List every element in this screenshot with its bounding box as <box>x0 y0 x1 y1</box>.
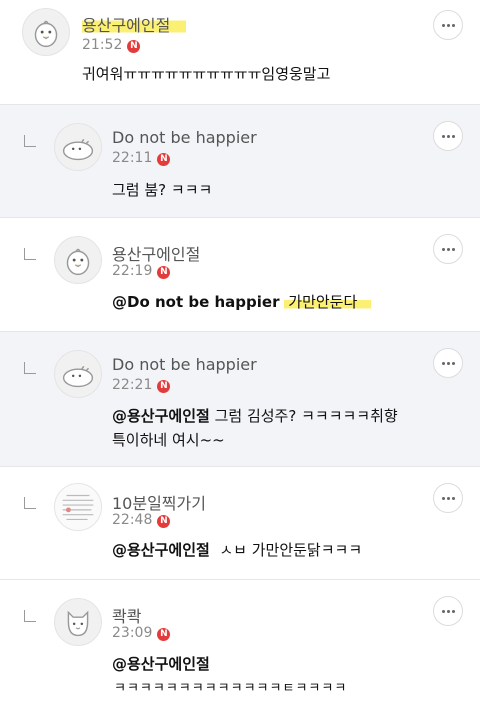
comment-time: 22:11 N <box>112 150 171 166</box>
comment-author[interactable]: 용산구에인절 <box>112 241 200 265</box>
avatar-creature-icon[interactable] <box>54 350 102 398</box>
mention-link[interactable]: @용산구에인절 <box>112 655 210 673</box>
comment-text: @용산구에인절 그럼 김성주? ㅋㅋㅋㅋㅋ취향 <box>112 404 398 429</box>
more-options-button[interactable] <box>433 483 463 513</box>
avatar-chick-icon[interactable] <box>22 8 70 56</box>
comment-time: 22:48 N <box>112 512 171 528</box>
comment-author[interactable]: 10분일찍가기 <box>112 490 206 514</box>
comment-text: @용산구에인절 ㅅㅂ 가만안둔닭ㅋㅋㅋ <box>112 538 362 563</box>
comment-time-text: 21:52 <box>82 37 123 53</box>
avatar-cat-icon[interactable] <box>54 598 102 646</box>
avatar-chick-icon[interactable] <box>54 236 102 284</box>
avatar-creature-icon[interactable] <box>54 123 102 171</box>
new-badge-icon: N <box>157 515 171 528</box>
comment-author[interactable]: Do not be happier <box>112 128 257 147</box>
reply-item: 콱콱 23:09 N @용산구에인절 ㅋㅋㅋㅋㅋㅋㅋㅋㅋㅋㅋㅋㅋㅌㅋㅋㅋㅋ <box>0 580 480 714</box>
comment-text-content: 그럼 김성주? ㅋㅋㅋㅋㅋ취향 <box>214 407 398 425</box>
comment-time: 21:52 N <box>82 37 141 53</box>
comment-time: 22:19 N <box>112 263 171 279</box>
mention-link[interactable]: @Do not be happier <box>112 293 279 311</box>
new-badge-icon: N <box>157 266 171 279</box>
comment-text: 그럼 붐? ㅋㅋㅋ <box>112 181 213 199</box>
comment-time-text: 22:11 <box>112 150 153 166</box>
more-options-button[interactable] <box>433 596 463 626</box>
reply-item: Do not be happier 22:21 N @용산구에인절 그럼 김성주?… <box>0 332 480 467</box>
comment-time: 22:21 N <box>112 377 171 393</box>
comment-author[interactable]: Do not be happier <box>112 355 257 374</box>
mention-link[interactable]: @용산구에인절 <box>112 407 210 425</box>
comment-list: 용산구에인절 21:52 N 귀여워ㅠㅠㅠㅠㅠㅠㅠㅠㅠㅠ임영웅말고 Do not … <box>0 0 480 714</box>
comment-text: 귀여워ㅠㅠㅠㅠㅠㅠㅠㅠㅠㅠ임영웅말고 <box>82 65 331 83</box>
new-badge-icon: N <box>157 380 171 393</box>
reply-arrow-icon <box>24 135 36 147</box>
new-badge-icon: N <box>157 153 171 166</box>
reply-arrow-icon <box>24 610 36 622</box>
new-badge-icon: N <box>157 628 171 641</box>
more-options-button[interactable] <box>433 348 463 378</box>
reply-arrow-icon <box>24 497 36 509</box>
comment-author[interactable]: 콱콱 <box>112 603 141 627</box>
reply-arrow-icon <box>24 248 36 260</box>
avatar-screenshot-icon[interactable] <box>54 483 102 531</box>
reply-item: 10분일찍가기 22:48 N @용산구에인절 ㅅㅂ 가만안둔닭ㅋㅋㅋ <box>0 467 480 580</box>
comment-time-text: 23:09 <box>112 625 153 641</box>
reply-item: 용산구에인절 22:19 N @Do not be happier 가만안둔다 <box>0 218 480 332</box>
more-options-button[interactable] <box>433 121 463 151</box>
comment-time: 23:09 N <box>112 625 171 641</box>
new-badge-icon: N <box>127 40 141 53</box>
comment-text: @용산구에인절 <box>112 652 210 677</box>
comment-text-content: ㅅㅂ 가만안둔닭ㅋㅋㅋ <box>219 541 363 559</box>
reply-item: Do not be happier 22:11 N 그럼 붐? ㅋㅋㅋ <box>0 105 480 218</box>
comment-text-content: 가만안둔다 <box>284 293 372 311</box>
reply-arrow-icon <box>24 362 36 374</box>
comment-item: 용산구에인절 21:52 N 귀여워ㅠㅠㅠㅠㅠㅠㅠㅠㅠㅠ임영웅말고 <box>0 0 480 105</box>
comment-text-line2: 특이하네 여시~~ <box>112 431 225 449</box>
comment-author[interactable]: 용산구에인절 <box>82 12 187 36</box>
mention-link[interactable]: @용산구에인절 <box>112 541 210 559</box>
comment-text-line2: ㅋㅋㅋㅋㅋㅋㅋㅋㅋㅋㅋㅋㅋㅌㅋㅋㅋㅋ <box>114 681 348 696</box>
more-options-button[interactable] <box>433 10 463 40</box>
comment-time-text: 22:19 <box>112 263 153 279</box>
comment-time-text: 22:21 <box>112 377 153 393</box>
comment-text: @Do not be happier 가만안둔다 <box>112 290 372 315</box>
comment-time-text: 22:48 <box>112 512 153 528</box>
more-options-button[interactable] <box>433 234 463 264</box>
